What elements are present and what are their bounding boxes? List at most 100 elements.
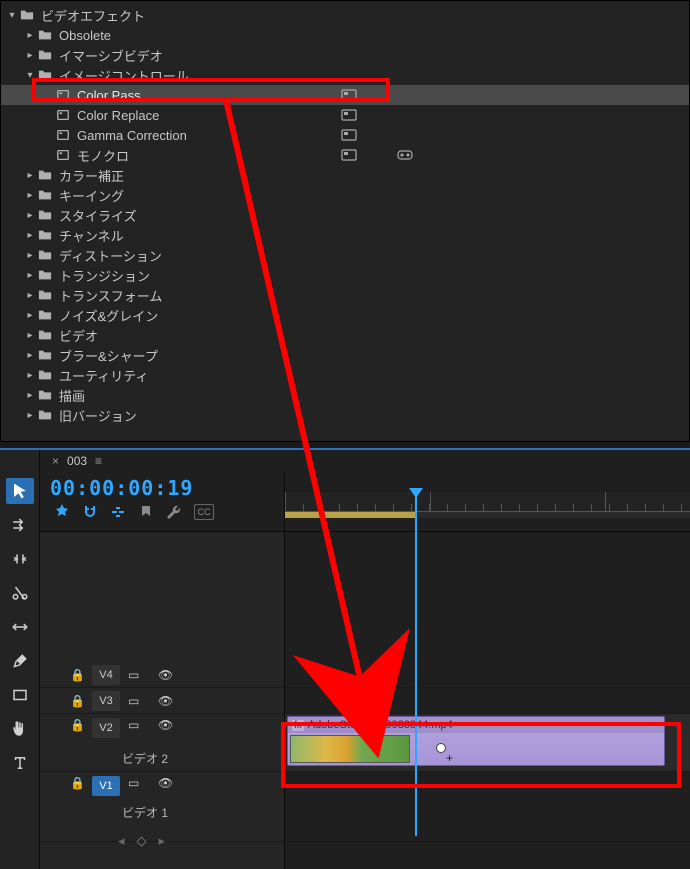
eye-icon[interactable]: 👁 — [158, 668, 173, 682]
tree-folder-row[interactable]: ▸ビデオ — [1, 325, 689, 345]
playhead[interactable] — [415, 496, 417, 836]
tree-folder-row[interactable]: ▸チャンネル — [1, 225, 689, 245]
tree-folder-row[interactable]: ▸トランスフォーム — [1, 285, 689, 305]
chevron-right-icon[interactable]: ▸ — [23, 228, 37, 242]
chevron-right-icon[interactable]: ▸ — [23, 408, 37, 422]
chevron-right-icon[interactable]: ▸ — [23, 388, 37, 402]
ruler-subtick — [375, 504, 376, 512]
track-header-v1[interactable]: 🔒 V1 ▭ 👁 ビデオ 1 ◂ ◇ ▸ — [40, 772, 284, 842]
filmstrip-icon[interactable]: ▭ — [128, 776, 150, 790]
wrench-icon[interactable] — [166, 504, 182, 520]
chevron-right-icon[interactable]: ▸ — [23, 268, 37, 282]
tree-folder-row[interactable]: ▸ディストーション — [1, 245, 689, 265]
cc-icon[interactable]: CC — [194, 504, 214, 520]
snap-icon[interactable] — [54, 504, 70, 520]
tree-folder-row[interactable]: ▸ブラー&シャープ — [1, 345, 689, 365]
prev-keyframe-icon[interactable]: ◂ — [118, 833, 125, 849]
video-clip[interactable]: fx AdobeStock_200933844.mp4 + — [287, 716, 665, 766]
effects-panel: ▾ ビデオエフェクト ▸Obsolete▸イマーシブビデオ▾イメージコントロール… — [0, 0, 690, 442]
ripple-edit-tool[interactable] — [6, 546, 34, 572]
eye-icon[interactable]: 👁 — [158, 718, 173, 732]
chevron-right-icon[interactable]: ▸ — [23, 48, 37, 62]
tree-folder-row[interactable]: ▸Obsolete — [1, 25, 689, 45]
chevron-right-icon[interactable]: ▸ — [23, 188, 37, 202]
filmstrip-icon[interactable]: ▭ — [128, 668, 150, 682]
track-header-v2[interactable]: 🔒 V2 ▭ 👁 ビデオ 2 — [40, 714, 284, 772]
eye-icon[interactable]: 👁 — [158, 694, 173, 708]
timeline-options: CC — [50, 504, 284, 520]
filmstrip-icon[interactable]: ▭ — [128, 718, 150, 732]
chevron-right-icon[interactable]: ▸ — [23, 208, 37, 222]
tree-preset-row[interactable]: モノクロ — [1, 145, 689, 165]
tree-folder-row[interactable]: ▸カラー補正 — [1, 165, 689, 185]
track-toggle[interactable]: V1 — [92, 776, 120, 796]
cursor-plus-icon: + — [446, 751, 453, 765]
folder-icon — [37, 27, 53, 43]
chevron-right-icon[interactable]: ▸ — [23, 348, 37, 362]
keyframe-marker[interactable] — [436, 743, 446, 753]
chevron-right-icon[interactable]: ▸ — [23, 28, 37, 42]
lock-icon[interactable]: 🔒 — [70, 668, 84, 682]
tree-folder-row[interactable]: ▸ ユーティリティ — [1, 365, 689, 385]
track-toggle[interactable]: V3 — [92, 691, 120, 711]
work-area-active[interactable] — [285, 512, 415, 518]
chevron-right-icon[interactable]: ▸ — [23, 168, 37, 182]
lock-icon[interactable]: 🔒 — [70, 694, 84, 708]
chevron-right-icon[interactable]: ▸ — [23, 308, 37, 322]
tree-folder-row[interactable]: ▸スタイライズ — [1, 205, 689, 225]
tree-preset-row[interactable]: Color Replace — [1, 105, 689, 125]
magnet-icon[interactable] — [82, 504, 98, 520]
tree-folder-row[interactable]: ▸描画 — [1, 385, 689, 405]
time-ruler[interactable] — [285, 492, 690, 512]
marker-icon[interactable] — [138, 504, 154, 520]
type-tool[interactable] — [6, 750, 34, 776]
selection-tool[interactable] — [6, 478, 34, 504]
rectangle-tool[interactable] — [6, 682, 34, 708]
clip-header: fx AdobeStock_200933844.mp4 — [288, 717, 664, 733]
tree-folder-row[interactable]: ▸旧バージョン — [1, 405, 689, 425]
track-toggle[interactable]: V2 — [92, 718, 120, 738]
preset-icon — [55, 87, 71, 103]
tree-folder-row[interactable]: ▸キーイング — [1, 185, 689, 205]
linked-selection-icon[interactable] — [110, 504, 126, 520]
next-keyframe-icon[interactable]: ▸ — [159, 833, 166, 849]
pen-tool[interactable] — [6, 648, 34, 674]
ruler-area[interactable]: :00:0000:00:01:0000:00:02:00 — [285, 472, 690, 531]
track-toggle[interactable]: V4 — [92, 665, 120, 685]
tree-folder-row[interactable]: ▾イメージコントロール — [1, 65, 689, 85]
razor-tool[interactable] — [6, 580, 34, 606]
chevron-right-icon[interactable]: ▸ — [23, 328, 37, 342]
tree-folder-row[interactable]: ▸イマーシブビデオ — [1, 45, 689, 65]
chevron-right-icon[interactable]: ▸ — [23, 248, 37, 262]
lock-icon[interactable]: 🔒 — [70, 718, 84, 732]
chevron-right-icon[interactable]: ▸ — [23, 288, 37, 302]
track-headers: 🔒 V4 ▭ 👁 🔒 V3 ▭ 👁 🔒 V2 ▭ 👁 ビデオ 2 — [40, 532, 285, 869]
tree-folder-row[interactable]: ▸ノイズ&グレイン — [1, 305, 689, 325]
folder-icon — [37, 287, 53, 303]
ruler-tick — [605, 492, 606, 512]
ruler-subtick — [573, 504, 574, 512]
clips-area[interactable]: fx AdobeStock_200933844.mp4 + — [285, 532, 690, 869]
panel-menu-icon[interactable]: ≡ — [95, 454, 102, 468]
tree-preset-row[interactable]: Gamma Correction — [1, 125, 689, 145]
tree-label: ユーティリティ — [59, 366, 148, 385]
fx-badge[interactable]: fx — [292, 720, 304, 731]
track-header-v4[interactable]: 🔒 V4 ▭ 👁 — [40, 662, 284, 688]
track-select-tool[interactable] — [6, 512, 34, 538]
filmstrip-icon[interactable]: ▭ — [128, 694, 150, 708]
sequence-tab[interactable]: × 003 ≡ — [40, 450, 690, 472]
eye-icon[interactable]: 👁 — [158, 776, 173, 790]
chevron-right-icon[interactable]: ▸ — [23, 368, 37, 382]
hand-tool[interactable] — [6, 716, 34, 742]
chevron-down-icon[interactable]: ▾ — [5, 8, 19, 22]
add-keyframe-icon[interactable]: ◇ — [137, 833, 147, 849]
slip-tool[interactable] — [6, 614, 34, 640]
tree-row-root[interactable]: ▾ ビデオエフェクト — [1, 5, 689, 25]
tree-preset-row[interactable]: Color Pass — [1, 85, 689, 105]
lock-icon[interactable]: 🔒 — [70, 776, 84, 790]
timecode-display[interactable]: 00:00:00:19 — [50, 476, 284, 500]
chevron-down-icon[interactable]: ▾ — [23, 68, 37, 82]
tree-folder-row[interactable]: ▸トランジション — [1, 265, 689, 285]
close-icon[interactable]: × — [52, 454, 59, 468]
track-header-v3[interactable]: 🔒 V3 ▭ 👁 — [40, 688, 284, 714]
